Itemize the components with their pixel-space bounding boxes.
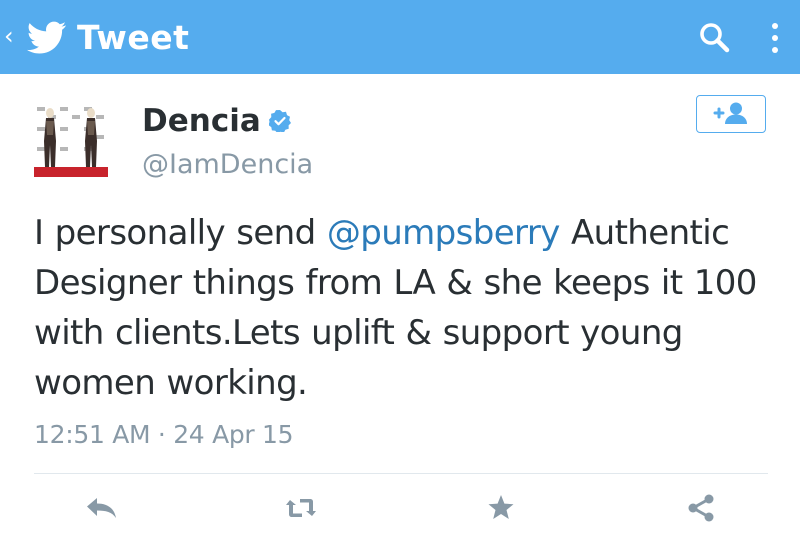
search-icon[interactable]: [697, 20, 733, 56]
overflow-menu-icon[interactable]: [768, 20, 782, 56]
avatar[interactable]: [34, 101, 108, 177]
tweet-text-line: Designer things from LA & she keeps it 1…: [34, 263, 757, 303]
author-name[interactable]: Dencia: [142, 101, 261, 141]
retweet-icon[interactable]: [283, 490, 319, 526]
mention-link[interactable]: @pumpsberry: [327, 213, 561, 253]
share-icon[interactable]: [683, 490, 719, 526]
reply-icon[interactable]: [84, 490, 120, 526]
verified-badge-icon: [268, 110, 291, 132]
chevron-left-icon[interactable]: ‹: [4, 21, 14, 51]
divider: [34, 473, 768, 474]
top-app-bar: ‹ Tweet: [0, 0, 800, 74]
tweet-text-line: with clients.Lets uplift & support young: [34, 313, 683, 353]
author-name-row: Dencia: [142, 100, 291, 142]
tweet-text-segment: I personally send: [34, 213, 327, 253]
tweet-text-line: I personally send @pumpsberry Authentic: [34, 208, 774, 258]
tweet-text-segment: Authentic: [559, 213, 730, 253]
tweet-timestamp: 12:51 AM · 24 Apr 15: [34, 420, 294, 449]
tweet-text: I personally send @pumpsberry Authentic …: [34, 208, 774, 408]
add-user-icon: [713, 102, 747, 124]
page-title: Tweet: [77, 18, 190, 57]
twitter-bird-icon[interactable]: [27, 21, 67, 54]
author-handle[interactable]: @IamDencia: [142, 148, 313, 182]
follow-button[interactable]: [696, 95, 766, 133]
favorite-icon[interactable]: [483, 490, 519, 526]
tweet-text-line: women working.: [34, 363, 308, 403]
